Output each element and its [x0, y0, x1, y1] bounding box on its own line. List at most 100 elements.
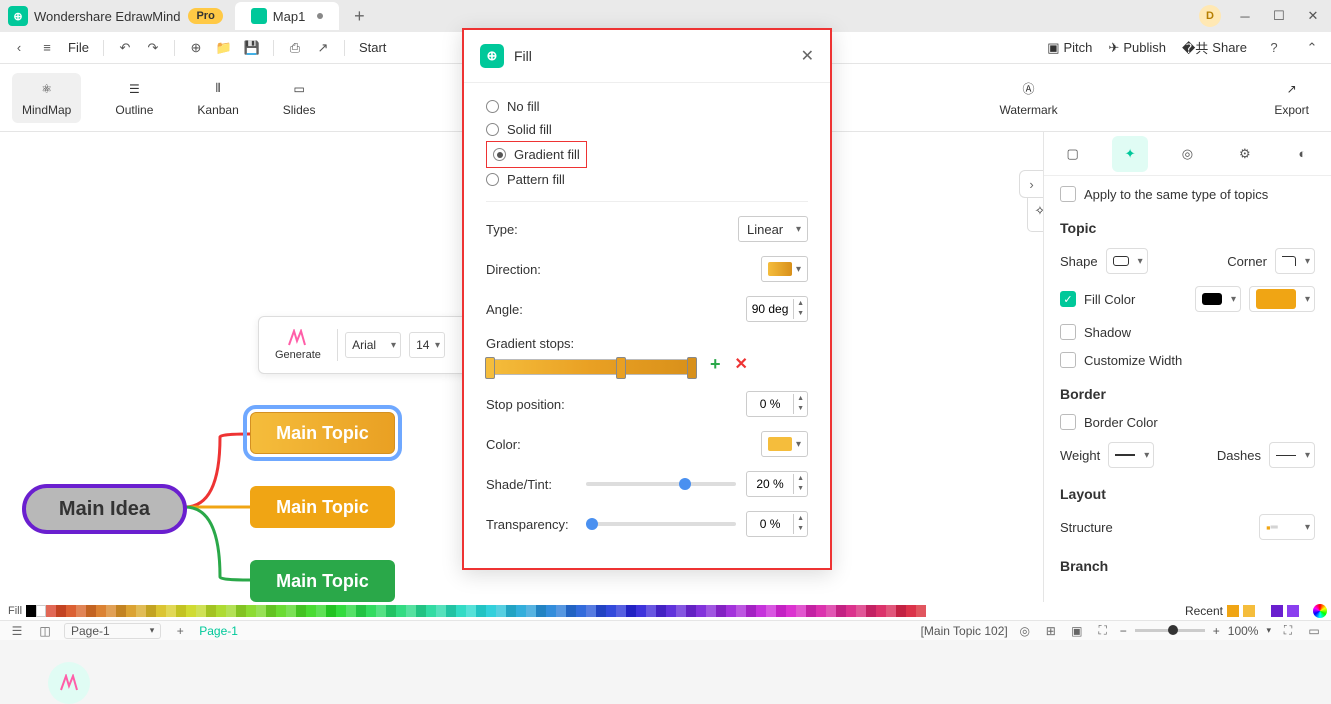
palette-swatch[interactable]	[426, 605, 436, 617]
palette-swatch[interactable]	[56, 605, 66, 617]
transparency-spinner[interactable]: ▲▼	[746, 511, 808, 537]
palette-swatch[interactable]	[486, 605, 496, 617]
color-picker-button[interactable]	[1313, 604, 1327, 618]
palette-swatch[interactable]	[176, 605, 186, 617]
panel-tab-settings[interactable]: ⚙	[1227, 136, 1263, 172]
gradient-stop-2[interactable]	[616, 357, 626, 379]
palette-swatch[interactable]	[456, 605, 466, 617]
palette-swatch[interactable]	[596, 605, 606, 617]
panel-tab-history[interactable]: ◐	[1284, 136, 1320, 172]
palette-swatch[interactable]	[286, 605, 296, 617]
fit-view-button[interactable]: ◎	[1016, 623, 1034, 639]
central-node[interactable]: Main Idea	[22, 484, 187, 534]
angle-spinner[interactable]: ▲▼	[746, 296, 808, 322]
ai-assistant-button[interactable]	[48, 662, 90, 704]
palette-swatch[interactable]	[526, 605, 536, 617]
fill-color-checkbox[interactable]: ✓	[1060, 291, 1076, 307]
back-button[interactable]: ‹	[8, 37, 30, 59]
palette-swatch[interactable]	[316, 605, 326, 617]
palette-swatch[interactable]	[226, 605, 236, 617]
user-avatar[interactable]: D	[1199, 5, 1221, 27]
customize-width-checkbox[interactable]	[1060, 352, 1076, 368]
palette-swatch[interactable]	[496, 605, 506, 617]
generate-button[interactable]: Generate	[267, 325, 329, 365]
open-button[interactable]: 📁	[213, 37, 235, 59]
palette-swatch[interactable]	[96, 605, 106, 617]
palette-swatch[interactable]	[116, 605, 126, 617]
recent-swatch-3[interactable]	[1271, 605, 1283, 617]
weight-select[interactable]	[1108, 442, 1154, 468]
zoom-value[interactable]: 100%	[1228, 624, 1259, 638]
palette-swatch[interactable]	[26, 605, 36, 617]
palette-swatch[interactable]	[466, 605, 476, 617]
palette-swatch[interactable]	[566, 605, 576, 617]
save-button[interactable]: 💾	[241, 37, 263, 59]
palette-swatch[interactable]	[346, 605, 356, 617]
fit-page-button[interactable]: ▭	[1305, 623, 1323, 639]
topic-node-1[interactable]: Main Topic	[250, 412, 395, 454]
add-stop-button[interactable]: +	[710, 354, 721, 375]
shade-slider[interactable]	[586, 482, 736, 486]
panel-tab-style[interactable]: ▢	[1055, 136, 1091, 172]
stop-position-spinner[interactable]: ▲▼	[746, 391, 808, 417]
palette-swatch[interactable]	[826, 605, 836, 617]
palette-swatch[interactable]	[576, 605, 586, 617]
gradient-stop-1[interactable]	[485, 357, 495, 379]
palette-swatch[interactable]	[706, 605, 716, 617]
palette-swatch[interactable]	[66, 605, 76, 617]
palette-swatch[interactable]	[256, 605, 266, 617]
palette-swatch[interactable]	[186, 605, 196, 617]
palette-swatch[interactable]	[436, 605, 446, 617]
palette-swatch[interactable]	[766, 605, 776, 617]
redo-button[interactable]: ↷	[142, 37, 164, 59]
minimize-button[interactable]: ─	[1235, 6, 1255, 26]
grid-view-button[interactable]: ⊞	[1042, 623, 1060, 639]
share-button[interactable]: �共Share	[1182, 38, 1247, 57]
topic-node-2[interactable]: Main Topic	[250, 486, 395, 528]
palette-swatch[interactable]	[156, 605, 166, 617]
palette-swatch[interactable]	[296, 605, 306, 617]
palette-swatch[interactable]	[656, 605, 666, 617]
palette-swatch[interactable]	[616, 605, 626, 617]
palette-swatch[interactable]	[136, 605, 146, 617]
palette-swatch[interactable]	[776, 605, 786, 617]
palette-swatch[interactable]	[246, 605, 256, 617]
help-button[interactable]: ?	[1263, 37, 1285, 59]
palette-swatch[interactable]	[276, 605, 286, 617]
palette-swatch[interactable]	[916, 605, 926, 617]
palette-swatch[interactable]	[216, 605, 226, 617]
palette-swatch[interactable]	[206, 605, 216, 617]
gradient-stops-bar[interactable]	[486, 359, 696, 375]
page-tab[interactable]: Page-1	[199, 624, 238, 638]
add-page-button[interactable]: +	[171, 623, 189, 639]
gradient-stop-3[interactable]	[687, 357, 697, 379]
palette-swatch[interactable]	[626, 605, 636, 617]
shade-spinner[interactable]: ▲▼	[746, 471, 808, 497]
palette-swatch[interactable]	[126, 605, 136, 617]
palette-swatch[interactable]	[76, 605, 86, 617]
shadow-checkbox[interactable]	[1060, 324, 1076, 340]
palette-swatch[interactable]	[536, 605, 546, 617]
palette-swatch[interactable]	[376, 605, 386, 617]
maximize-button[interactable]: ☐	[1269, 6, 1289, 26]
panel-tab-ai[interactable]: ✦	[1112, 136, 1148, 172]
publish-button[interactable]: ✈Publish	[1108, 40, 1166, 56]
palette-swatch[interactable]	[166, 605, 176, 617]
menu-button[interactable]: ≡	[36, 37, 58, 59]
palette-swatch[interactable]	[326, 605, 336, 617]
view-kanban[interactable]: ⦀ Kanban	[187, 73, 248, 123]
apply-same-checkbox[interactable]	[1060, 186, 1076, 202]
palette-swatch[interactable]	[876, 605, 886, 617]
undo-button[interactable]: ↶	[114, 37, 136, 59]
recent-swatch-2[interactable]	[1243, 605, 1255, 617]
direction-select[interactable]: ▾	[761, 256, 808, 282]
start-menu[interactable]: Start	[355, 40, 390, 55]
topic-node-3[interactable]: Main Topic	[250, 560, 395, 602]
palette-swatch[interactable]	[196, 605, 206, 617]
palette-swatch[interactable]	[726, 605, 736, 617]
type-select[interactable]: Linear	[738, 216, 808, 242]
close-window-button[interactable]: ✕	[1303, 6, 1323, 26]
fill-color-select[interactable]	[1249, 286, 1315, 312]
lock-button[interactable]: ⛶	[1094, 623, 1112, 639]
palette-swatch[interactable]	[36, 605, 46, 617]
